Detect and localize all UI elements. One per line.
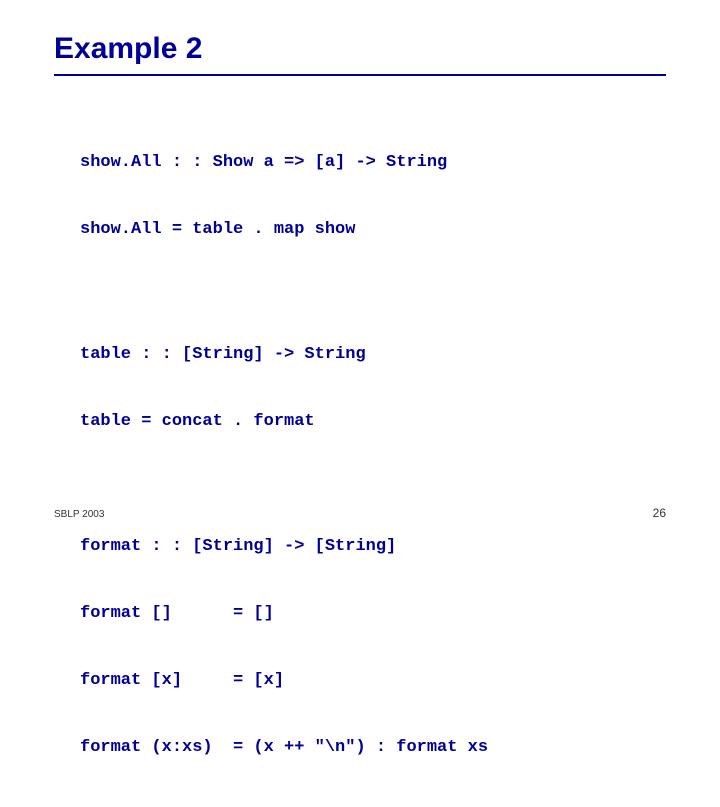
code-line-8: format (x:xs) = (x ++ "\n") : format xs — [80, 739, 488, 756]
code-line-7: format [x] = [x] — [80, 672, 488, 689]
code-line-2: show.All = table . map show — [80, 221, 488, 238]
code-line-4: table = concat . format — [80, 413, 488, 430]
footer-left: SBLP 2003 — [54, 509, 104, 520]
code-line-5: format : : [String] -> [String] — [80, 538, 488, 555]
slide: Example 2 show.All : : Show a => [a] -> … — [0, 0, 720, 540]
code-block: show.All : : Show a => [a] -> String sho… — [80, 120, 488, 806]
code-gap-1 — [80, 288, 488, 312]
code-line-3: table : : [String] -> String — [80, 346, 488, 363]
page-number: 26 — [653, 506, 666, 520]
title-underline — [54, 74, 666, 76]
code-line-6: format [] = [] — [80, 605, 488, 622]
code-line-1: show.All : : Show a => [a] -> String — [80, 154, 488, 171]
slide-title: Example 2 — [54, 32, 202, 66]
code-gap-2 — [80, 480, 488, 504]
